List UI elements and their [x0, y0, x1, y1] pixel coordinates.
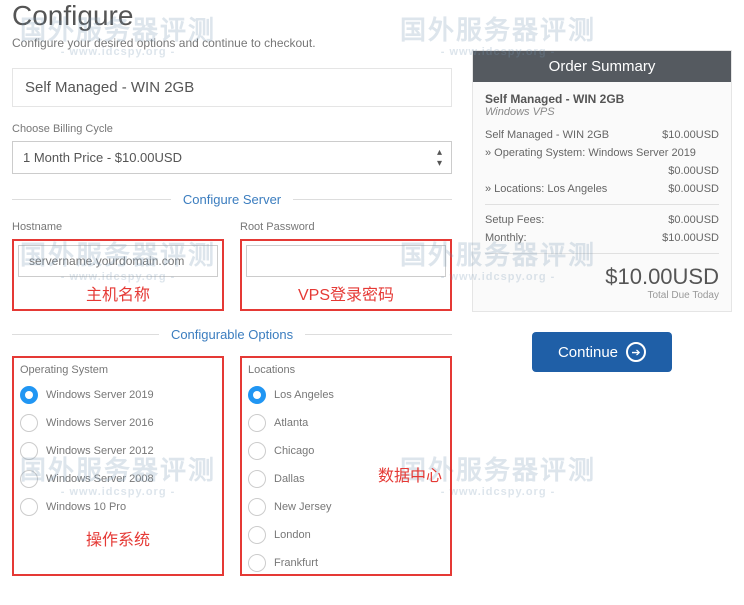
summary-line: » Operating System: Windows Server 2019 — [485, 144, 719, 162]
root-password-label: Root Password — [240, 221, 452, 233]
os-option-label: Windows Server 2019 — [46, 389, 154, 401]
location-option[interactable]: New Jersey — [248, 498, 444, 516]
os-option[interactable]: Windows 10 Pro — [20, 498, 216, 516]
location-option-label: Chicago — [274, 445, 314, 457]
section-configure-server: Configure Server — [12, 192, 452, 207]
billing-cycle-select[interactable]: 1 Month Price - $10.00USD — [12, 141, 452, 174]
summary-line: » Locations: Los Angeles$0.00USD — [485, 180, 719, 198]
location-option-label: Atlanta — [274, 417, 308, 429]
os-caption-cn: 操作系统 — [20, 522, 216, 554]
summary-setup-label: Setup Fees: — [485, 214, 544, 226]
location-option-label: Frankfurt — [274, 557, 318, 569]
section-configurable-options: Configurable Options — [12, 327, 452, 342]
os-option-label: Windows Server 2012 — [46, 445, 154, 457]
location-option[interactable]: Los Angeles — [248, 386, 444, 404]
os-option[interactable]: Windows Server 2019 — [20, 386, 216, 404]
order-summary-title: Order Summary — [473, 51, 731, 82]
arrow-right-circle-icon: ➔ — [626, 342, 646, 362]
radio-icon — [248, 442, 266, 460]
os-option-label: Windows Server 2016 — [46, 417, 154, 429]
hostname-input[interactable] — [18, 245, 218, 277]
summary-product-name: Self Managed - WIN 2GB — [485, 92, 719, 106]
summary-monthly-value: $10.00USD — [662, 232, 719, 244]
os-option[interactable]: Windows Server 2012 — [20, 442, 216, 460]
os-option[interactable]: Windows Server 2008 — [20, 470, 216, 488]
radio-icon — [20, 470, 38, 488]
radio-icon — [248, 526, 266, 544]
location-option[interactable]: Atlanta — [248, 414, 444, 432]
radio-icon — [248, 470, 266, 488]
radio-icon — [20, 386, 38, 404]
hostname-caption-cn: 主机名称 — [18, 277, 218, 309]
summary-product-category: Windows VPS — [485, 106, 719, 118]
radio-icon — [248, 386, 266, 404]
product-name: Self Managed - WIN 2GB — [12, 68, 452, 107]
summary-line: Self Managed - WIN 2GB$10.00USD — [485, 126, 719, 144]
locations-group-label: Locations — [248, 364, 444, 376]
os-option-label: Windows 10 Pro — [46, 501, 126, 513]
radio-icon — [248, 498, 266, 516]
radio-icon — [20, 414, 38, 432]
continue-button[interactable]: Continue ➔ — [532, 332, 672, 372]
os-option-label: Windows Server 2008 — [46, 473, 154, 485]
summary-total-label: Total Due Today — [485, 290, 719, 301]
location-caption-cn: 数据中心 — [378, 458, 442, 490]
location-option[interactable]: London — [248, 526, 444, 544]
radio-icon — [20, 498, 38, 516]
radio-icon — [248, 554, 266, 572]
order-summary-panel: Order Summary Self Managed - WIN 2GB Win… — [472, 50, 732, 312]
password-caption-cn: VPS登录密码 — [246, 277, 446, 309]
location-option-label: Dallas — [274, 473, 305, 485]
radio-icon — [248, 414, 266, 432]
summary-total-amount: $10.00USD — [485, 264, 719, 290]
location-option-label: Los Angeles — [274, 389, 334, 401]
billing-cycle-label: Choose Billing Cycle — [12, 123, 452, 135]
root-password-input[interactable] — [246, 245, 446, 277]
page-title: Configure — [12, 0, 452, 32]
radio-icon — [20, 442, 38, 460]
summary-setup-value: $0.00USD — [668, 214, 719, 226]
location-option-label: New Jersey — [274, 501, 331, 513]
os-group-label: Operating System — [20, 364, 216, 376]
page-subtitle: Configure your desired options and conti… — [12, 36, 452, 50]
summary-monthly-label: Monthly: — [485, 232, 527, 244]
summary-line: $0.00USD — [485, 162, 719, 180]
os-option[interactable]: Windows Server 2016 — [20, 414, 216, 432]
hostname-label: Hostname — [12, 221, 224, 233]
location-option[interactable]: Frankfurt — [248, 554, 444, 572]
location-option-label: London — [274, 529, 311, 541]
